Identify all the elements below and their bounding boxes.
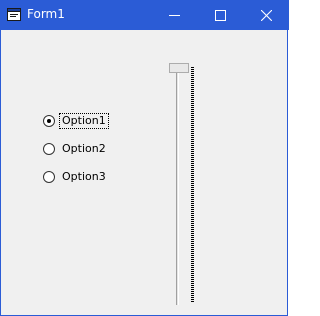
maximize-icon bbox=[214, 9, 226, 21]
minimize-icon bbox=[168, 14, 180, 16]
maximize-button[interactable] bbox=[197, 0, 243, 30]
option1-selected-dot bbox=[47, 119, 51, 123]
slider-track[interactable] bbox=[176, 69, 179, 305]
option2-label[interactable]: Option2 bbox=[60, 142, 108, 156]
option3-radio[interactable]: Option3 bbox=[43, 168, 108, 186]
slider-tick-marks bbox=[191, 67, 194, 303]
form-client-area: Option1 Option2 Option3 bbox=[2, 30, 287, 315]
vertical-slider[interactable] bbox=[167, 63, 197, 305]
minimize-button[interactable] bbox=[151, 0, 197, 30]
close-icon bbox=[260, 9, 272, 21]
option2-radio[interactable]: Option2 bbox=[43, 140, 108, 158]
form-app-icon[interactable] bbox=[7, 8, 21, 21]
option3-label[interactable]: Option3 bbox=[60, 170, 108, 184]
form-window: Form1 Option1 Option2 Option3 bbox=[0, 0, 289, 316]
option1-label[interactable]: Option1 bbox=[59, 113, 109, 129]
option1-radio[interactable]: Option1 bbox=[43, 112, 109, 130]
slider-thumb[interactable] bbox=[169, 63, 189, 73]
option1-radio-circle[interactable] bbox=[43, 115, 55, 127]
option2-radio-circle[interactable] bbox=[43, 143, 55, 155]
close-button[interactable] bbox=[243, 0, 289, 30]
option3-radio-circle[interactable] bbox=[43, 171, 55, 183]
window-title: Form1 bbox=[27, 7, 65, 21]
title-bar[interactable]: Form1 bbox=[1, 0, 289, 30]
